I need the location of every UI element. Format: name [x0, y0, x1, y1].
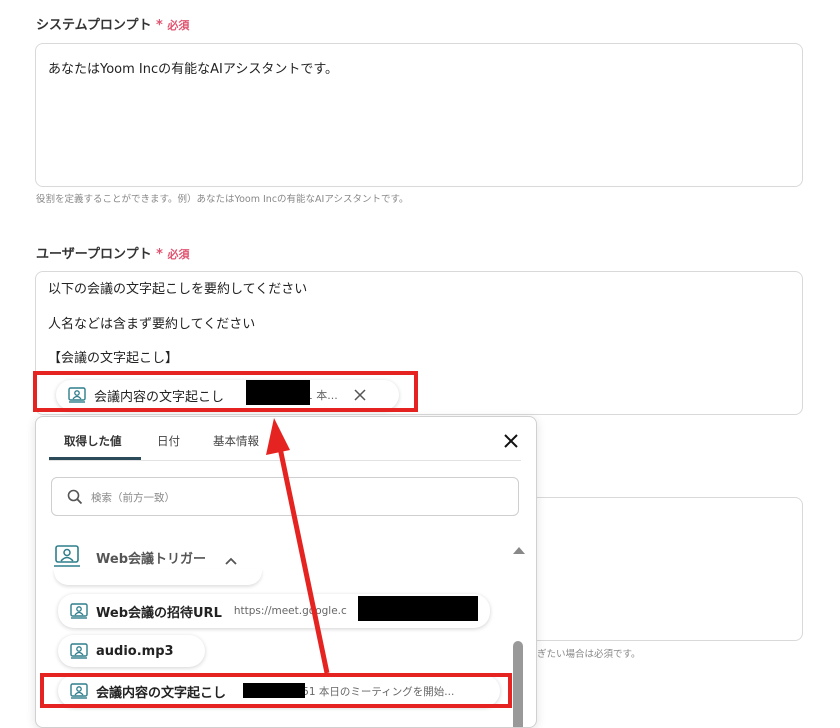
annotation-arrow [266, 418, 330, 674]
